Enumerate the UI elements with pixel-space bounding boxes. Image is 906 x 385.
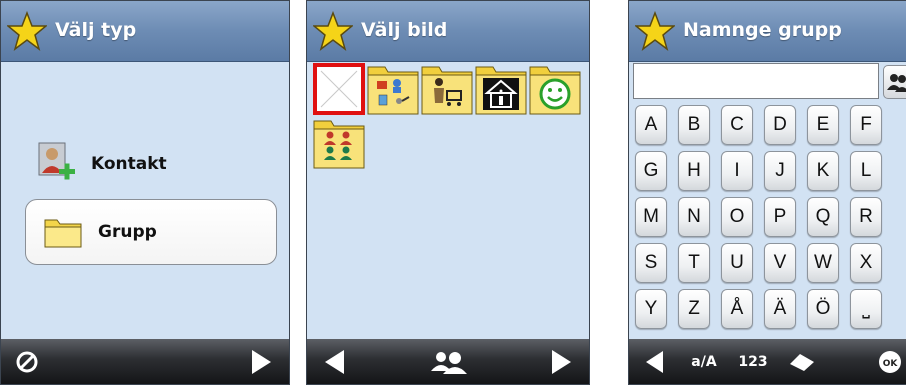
key[interactable]: O bbox=[721, 197, 753, 237]
key[interactable]: E bbox=[807, 105, 839, 145]
forward-arrow-icon bbox=[552, 349, 571, 374]
key[interactable]: K bbox=[807, 151, 839, 191]
key-space[interactable]: ⎵ bbox=[850, 289, 882, 329]
star-icon bbox=[313, 11, 353, 51]
contacts-button[interactable] bbox=[427, 339, 471, 384]
bottom-bar bbox=[1, 339, 289, 384]
erase-button[interactable] bbox=[785, 339, 819, 384]
folder-group-icon bbox=[313, 120, 365, 169]
key[interactable]: H bbox=[678, 151, 710, 191]
key[interactable]: D bbox=[764, 105, 796, 145]
thumbnail-smiley[interactable] bbox=[529, 63, 581, 115]
ok-label: OK bbox=[883, 359, 899, 369]
numbers-label: 123 bbox=[738, 353, 768, 370]
title-bar: Välj bild bbox=[307, 1, 589, 62]
bottom-bar bbox=[307, 339, 589, 384]
key[interactable]: S bbox=[635, 243, 667, 283]
contacts-picker-button[interactable] bbox=[883, 65, 906, 99]
folder-people-devices-icon bbox=[367, 66, 419, 115]
key[interactable]: C bbox=[721, 105, 753, 145]
page-title: Välj bild bbox=[361, 19, 448, 41]
star-icon bbox=[635, 11, 675, 51]
title-bar: Namnge grupp bbox=[629, 1, 906, 62]
bottom-bar: a/A 123 OK bbox=[629, 339, 906, 384]
thumbnail-group[interactable] bbox=[313, 117, 365, 169]
thumbnail-person-cart[interactable] bbox=[421, 63, 473, 115]
forward-button[interactable] bbox=[541, 339, 581, 384]
key[interactable]: J bbox=[764, 151, 796, 191]
key[interactable]: N bbox=[678, 197, 710, 237]
thumbnail-house-info[interactable] bbox=[475, 63, 527, 115]
folder-house-info-icon bbox=[475, 66, 527, 115]
key[interactable]: Q bbox=[807, 197, 839, 237]
ok-icon: OK bbox=[879, 350, 901, 373]
star-icon bbox=[7, 11, 47, 51]
cancel-icon bbox=[16, 351, 38, 372]
ok-button[interactable]: OK bbox=[875, 339, 905, 384]
key[interactable]: T bbox=[678, 243, 710, 283]
back-button[interactable] bbox=[315, 339, 355, 384]
key[interactable]: Ä bbox=[764, 289, 796, 329]
key[interactable]: R bbox=[850, 197, 882, 237]
key[interactable]: M bbox=[635, 197, 667, 237]
key[interactable]: Å bbox=[721, 289, 753, 329]
back-arrow-icon bbox=[646, 350, 663, 373]
page-title: Namnge grupp bbox=[683, 19, 842, 41]
key[interactable]: A bbox=[635, 105, 667, 145]
cancel-button[interactable] bbox=[7, 339, 47, 384]
name-group-screen: Namnge grupp ABCDEF GHIJKL MNOPQR STUVWX YZÅ… bbox=[628, 0, 906, 385]
forward-button[interactable] bbox=[241, 339, 281, 384]
add-contact-icon bbox=[38, 142, 75, 180]
key[interactable]: U bbox=[721, 243, 753, 283]
title-bar: Välj typ bbox=[1, 1, 289, 62]
thumbnail-none[interactable] bbox=[313, 63, 365, 115]
key[interactable]: Ö bbox=[807, 289, 839, 329]
back-button[interactable] bbox=[637, 339, 673, 384]
key[interactable]: P bbox=[764, 197, 796, 237]
contacts-icon bbox=[431, 351, 467, 374]
key[interactable]: W bbox=[807, 243, 839, 283]
key[interactable]: G bbox=[635, 151, 667, 191]
key[interactable]: B bbox=[678, 105, 710, 145]
forward-arrow-icon bbox=[252, 349, 271, 374]
option-grupp[interactable]: Grupp bbox=[25, 199, 277, 265]
option-label: Grupp bbox=[98, 222, 157, 242]
key[interactable]: X bbox=[850, 243, 882, 283]
key[interactable]: I bbox=[721, 151, 753, 191]
option-label: Kontakt bbox=[91, 154, 167, 174]
case-toggle-label: a/A bbox=[691, 353, 717, 370]
option-kontakt[interactable]: Kontakt bbox=[37, 141, 167, 187]
key[interactable]: L bbox=[850, 151, 882, 191]
folder-smiley-icon bbox=[529, 66, 581, 115]
no-image-icon bbox=[313, 63, 365, 115]
case-toggle-button[interactable]: a/A bbox=[679, 339, 729, 384]
folder-person-cart-icon bbox=[421, 66, 473, 115]
key[interactable]: V bbox=[764, 243, 796, 283]
key[interactable]: F bbox=[850, 105, 882, 145]
image-select-screen: Välj bild bbox=[306, 0, 590, 385]
contacts-icon bbox=[887, 74, 906, 92]
eraser-icon bbox=[790, 353, 814, 371]
group-name-input[interactable] bbox=[633, 63, 879, 99]
folder-icon bbox=[44, 219, 82, 248]
key[interactable]: Y bbox=[635, 289, 667, 329]
type-select-screen: Välj typ Kontakt Grupp bbox=[0, 0, 290, 385]
numbers-button[interactable]: 123 bbox=[731, 339, 775, 384]
key[interactable]: Z bbox=[678, 289, 710, 329]
back-arrow-icon bbox=[325, 349, 344, 374]
thumbnail-people-devices[interactable] bbox=[367, 63, 419, 115]
page-title: Välj typ bbox=[55, 19, 137, 41]
